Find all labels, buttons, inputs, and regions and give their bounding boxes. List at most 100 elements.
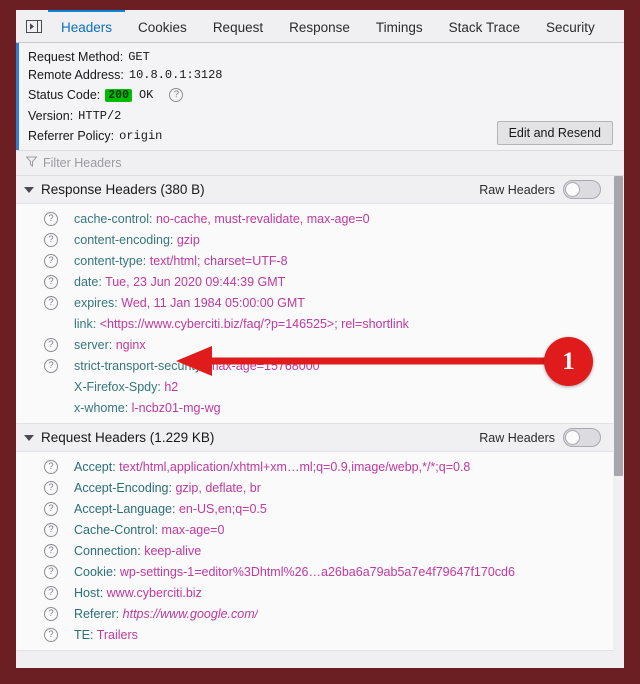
header-row[interactable]: ?content-type: text/html; charset=UTF-8: [16, 250, 613, 271]
header-row-icon-slot: ?: [24, 212, 56, 226]
header-row-text: content-type: text/html; charset=UTF-8: [56, 254, 288, 268]
header-row-icon-slot: ?: [24, 628, 56, 642]
tab-bar: Headers Cookies Request Response Timings…: [16, 10, 624, 43]
request-headers-section-header[interactable]: Request Headers (1.229 KB) Raw Headers: [16, 424, 613, 451]
tab-response-label: Response: [289, 20, 350, 35]
header-name: TE:: [74, 628, 97, 642]
header-row[interactable]: ?Cache-Control: max-age=0: [16, 519, 613, 540]
header-name: content-encoding:: [74, 233, 177, 247]
chevron-down-icon[interactable]: [24, 435, 34, 441]
filter-funnel-icon: [26, 154, 37, 172]
header-name: Accept:: [74, 460, 119, 474]
header-name: date:: [74, 275, 105, 289]
header-value: max-age=0: [162, 523, 225, 537]
tab-response[interactable]: Response: [276, 10, 363, 42]
remote-address-label: Remote Address:: [28, 68, 124, 82]
header-row[interactable]: x-whome: l-ncbz01-mg-wg: [16, 397, 613, 418]
request-headers-title: Request Headers (1.229 KB): [41, 430, 214, 445]
header-row-icon-slot: ?: [24, 481, 56, 495]
header-row-text: Referer: https://www.google.com/: [56, 607, 258, 621]
filter-headers-input[interactable]: Filter Headers: [16, 150, 624, 176]
header-value: Trailers: [97, 628, 138, 642]
header-row-text: strict-transport-security: max-age=15768…: [56, 359, 320, 373]
request-raw-headers-label: Raw Headers: [479, 431, 555, 445]
header-row-icon-slot: ?: [24, 502, 56, 516]
status-code-label: Status Code:: [28, 88, 100, 102]
header-row-text: link: <https://www.cyberciti.biz/faq/?p=…: [56, 317, 409, 331]
header-row[interactable]: ?strict-transport-security: max-age=1576…: [16, 355, 613, 376]
header-name: cache-control:: [74, 212, 156, 226]
tab-request-label: Request: [213, 20, 263, 35]
headers-scroll-region: Response Headers (380 B) Raw Headers ? ca…: [16, 176, 624, 668]
header-row-icon-slot: ?: [24, 275, 56, 289]
scrollbar-thumb[interactable]: [614, 176, 623, 476]
header-row[interactable]: ?Accept: text/html,application/xhtml+xm……: [16, 456, 613, 477]
header-row[interactable]: ?Accept-Language: en-US,en;q=0.5: [16, 498, 613, 519]
header-value: text/html; charset=UTF-8: [150, 254, 288, 268]
header-value: gzip: [177, 233, 200, 247]
header-name: Cookie:: [74, 565, 120, 579]
tab-timings-label: Timings: [376, 20, 423, 35]
header-name: content-type:: [74, 254, 150, 268]
chevron-down-icon[interactable]: [24, 187, 34, 193]
version-label: Version:: [28, 109, 73, 123]
header-row-text: Accept-Encoding: gzip, deflate, br: [56, 481, 261, 495]
version-value: HTTP/2: [78, 109, 121, 123]
tab-request[interactable]: Request: [200, 10, 276, 42]
request-summary: Request Method: GET Remote Address: 10.8…: [16, 43, 624, 150]
header-name: X-Firefox-Spdy:: [74, 380, 164, 394]
filter-headers-placeholder: Filter Headers: [43, 156, 122, 170]
header-row[interactable]: ?content-encoding: gzip: [16, 229, 613, 250]
header-row-icon-slot: ?: [24, 544, 56, 558]
header-row-icon-slot: ?: [24, 338, 56, 352]
tab-headers-label: Headers: [61, 20, 112, 35]
header-row[interactable]: ?cache-control: no-cache, must-revalidat…: [16, 208, 613, 229]
response-raw-headers-toggle[interactable]: [563, 180, 601, 199]
tab-timings[interactable]: Timings: [363, 10, 436, 42]
header-row[interactable]: X-Firefox-Spdy: h2: [16, 376, 613, 397]
vertical-scrollbar[interactable]: [613, 176, 624, 668]
remote-address-value: 10.8.0.1:3128: [129, 68, 223, 82]
tab-security[interactable]: Security: [533, 10, 608, 42]
header-row[interactable]: ? server: nginx: [16, 334, 613, 355]
header-value: www.cyberciti.biz: [107, 586, 202, 600]
status-code-text: OK: [139, 88, 153, 102]
tab-stack-trace[interactable]: Stack Trace: [436, 10, 533, 42]
header-row[interactable]: ?Referer: https://www.google.com/: [16, 603, 613, 624]
header-name: link:: [74, 317, 100, 331]
header-row-icon-slot: ?: [24, 460, 56, 474]
request-raw-headers-toggle[interactable]: [563, 428, 601, 447]
header-row-icon-slot: ?: [24, 359, 56, 373]
header-row[interactable]: ?date: Tue, 23 Jun 2020 09:44:39 GMT: [16, 271, 613, 292]
response-raw-headers-label: Raw Headers: [479, 183, 555, 197]
tab-security-label: Security: [546, 20, 595, 35]
status-help-icon[interactable]: ?: [169, 88, 183, 102]
header-value: nginx: [116, 338, 146, 352]
header-row[interactable]: ?Connection: keep-alive: [16, 540, 613, 561]
header-row-text: X-Firefox-Spdy: h2: [56, 380, 178, 394]
header-row[interactable]: ?Accept-Encoding: gzip, deflate, br: [16, 477, 613, 498]
edit-and-resend-button[interactable]: Edit and Resend: [497, 121, 613, 145]
header-row[interactable]: link: <https://www.cyberciti.biz/faq/?p=…: [16, 313, 613, 334]
response-headers-section-header[interactable]: Response Headers (380 B) Raw Headers: [16, 176, 613, 203]
panel-toggle-icon[interactable]: [20, 10, 48, 42]
tab-headers[interactable]: Headers: [48, 10, 125, 42]
header-value: gzip, deflate, br: [175, 481, 260, 495]
request-method-label: Request Method:: [28, 50, 123, 64]
response-headers-list: ?cache-control: no-cache, must-revalidat…: [16, 203, 613, 424]
summary-row-request-method: Request Method: GET: [19, 48, 624, 66]
header-row[interactable]: ?Cookie: wp-settings-1=editor%3Dhtml%26……: [16, 561, 613, 582]
header-name: Referer:: [74, 607, 123, 621]
header-row-text: Accept: text/html,application/xhtml+xm…m…: [56, 460, 470, 474]
header-name: Host:: [74, 586, 107, 600]
tab-cookies[interactable]: Cookies: [125, 10, 200, 42]
header-name: server:: [74, 338, 116, 352]
header-value: keep-alive: [144, 544, 201, 558]
header-row[interactable]: ?expires: Wed, 11 Jan 1984 05:00:00 GMT: [16, 292, 613, 313]
header-row[interactable]: ?Host: www.cyberciti.biz: [16, 582, 613, 603]
header-value: h2: [164, 380, 178, 394]
header-row-text: date: Tue, 23 Jun 2020 09:44:39 GMT: [56, 275, 285, 289]
header-value: Wed, 11 Jan 1984 05:00:00 GMT: [121, 296, 305, 310]
header-row[interactable]: ? TE: Trailers: [16, 624, 613, 645]
header-row-text: expires: Wed, 11 Jan 1984 05:00:00 GMT: [56, 296, 305, 310]
